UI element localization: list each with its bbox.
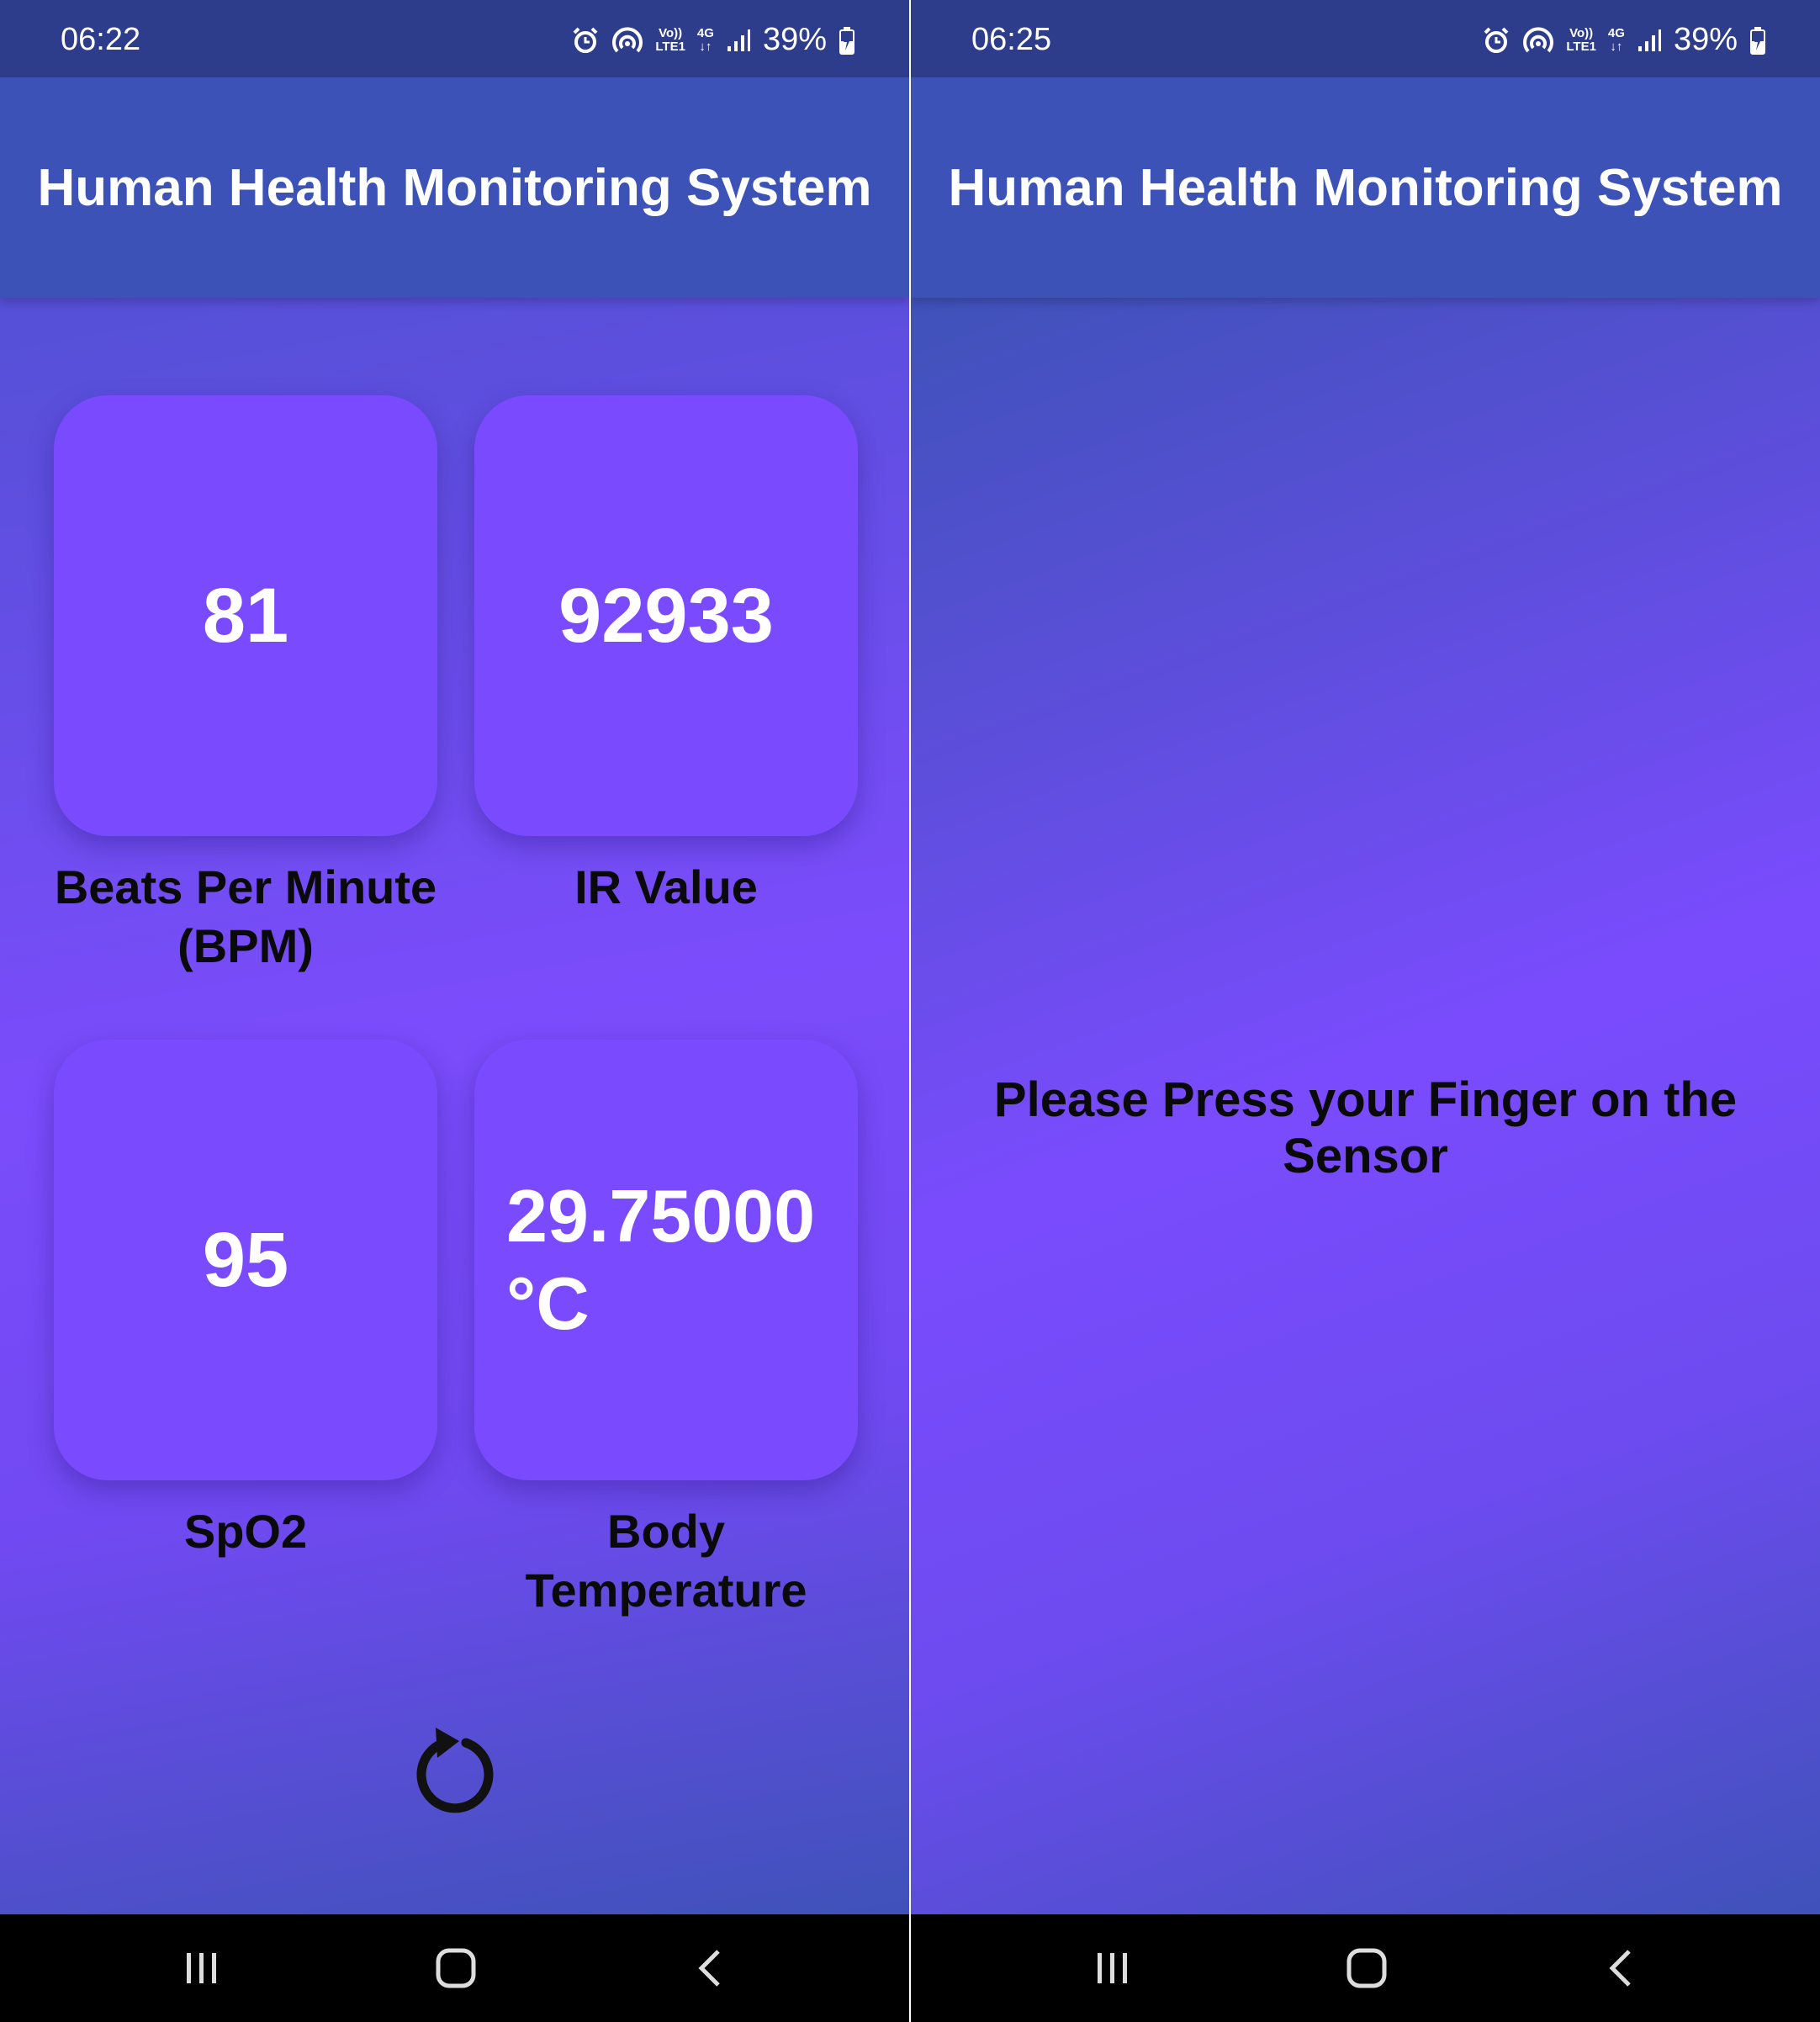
ir-label-line1: IR Value xyxy=(574,860,758,913)
network-type-text: 4G xyxy=(696,25,714,40)
network-type-indicator: 4G ↓↑ xyxy=(696,25,714,54)
spo2-label: SpO2 xyxy=(27,1502,464,1561)
volte-bottom-text: LTE1 xyxy=(1566,39,1596,54)
volte-indicator: Vo)) LTE1 xyxy=(655,25,685,54)
navigation-bar xyxy=(911,1914,1820,2022)
alarm-icon xyxy=(573,27,598,53)
temperature-label-line2: Temperature xyxy=(525,1564,807,1617)
hotspot-icon xyxy=(1523,26,1554,52)
bpm-label-line1: Beats Per Minute xyxy=(54,860,437,913)
network-type-indicator: 4G ↓↑ xyxy=(1607,25,1625,54)
home-icon xyxy=(436,1948,476,1988)
app-bar: Human Health Monitoring System xyxy=(0,77,909,298)
ir-value: 92933 xyxy=(558,572,774,659)
refresh-icon xyxy=(416,1728,494,1813)
back-icon xyxy=(1609,1950,1631,1987)
navigation-bar xyxy=(0,1914,909,2022)
spo2-tile: 95 xyxy=(54,1040,437,1480)
status-icons: Vo)) LTE1 4G ↓↑ 39% xyxy=(1482,22,1766,58)
recents-button[interactable] xyxy=(1045,1914,1180,2022)
status-bar: 06:25 Vo)) LTE1 4G ↓↑ 39% xyxy=(911,0,1820,77)
signal-icon xyxy=(1637,29,1661,51)
volte-indicator: Vo)) LTE1 xyxy=(1566,25,1596,54)
screen-instruction: 06:25 Vo)) LTE1 4G ↓↑ 39% Human Health M… xyxy=(911,0,1820,2022)
status-icons: Vo)) LTE1 4G ↓↑ 39% xyxy=(571,22,855,58)
recents-icon xyxy=(1098,1953,1127,1983)
recents-icon xyxy=(187,1953,216,1983)
battery-percent: 39% xyxy=(1673,22,1738,57)
bpm-label-line2: (BPM) xyxy=(177,919,314,972)
bpm-value: 81 xyxy=(202,572,289,659)
instruction-panel: Please Press your Finger on the Sensor xyxy=(911,298,1820,1914)
home-button[interactable] xyxy=(389,1914,523,2022)
ir-label: IR Value xyxy=(447,858,885,917)
screen-readings: 06:22 Vo)) LTE1 4G ↓↑ 39% Human Health M… xyxy=(0,0,909,2022)
temperature-number: 29.75000 xyxy=(506,1174,816,1257)
network-type-text: 4G xyxy=(1607,25,1625,40)
status-time: 06:22 xyxy=(61,22,141,57)
volte-top-text: Vo)) xyxy=(1569,25,1594,40)
home-button[interactable] xyxy=(1299,1914,1434,2022)
data-activity-text: ↓↑ xyxy=(699,39,712,54)
app-title: Human Health Monitoring System xyxy=(948,158,1783,217)
status-time: 06:25 xyxy=(971,22,1052,57)
temperature-label: Body Temperature xyxy=(447,1502,885,1620)
temperature-tile: 29.75000 °C xyxy=(474,1040,858,1480)
bpm-tile: 81 xyxy=(54,395,437,836)
recents-button[interactable] xyxy=(135,1914,269,2022)
volte-top-text: Vo)) xyxy=(659,25,683,40)
data-activity-text: ↓↑ xyxy=(1610,39,1623,54)
alarm-icon xyxy=(1484,27,1509,53)
back-button[interactable] xyxy=(1553,1914,1688,2022)
back-icon xyxy=(698,1950,720,1987)
home-icon xyxy=(1346,1948,1387,1988)
battery-percent: 39% xyxy=(762,22,827,57)
volte-bottom-text: LTE1 xyxy=(655,39,685,54)
battery-charging-icon xyxy=(839,26,854,55)
bpm-label: Beats Per Minute (BPM) xyxy=(27,858,464,976)
back-button[interactable] xyxy=(643,1914,777,2022)
temperature-label-line1: Body xyxy=(607,1505,725,1558)
ir-tile: 92933 xyxy=(474,395,858,836)
refresh-button[interactable] xyxy=(404,1718,506,1820)
battery-charging-icon xyxy=(1750,26,1765,55)
finger-prompt-message: Please Press your Finger on the Sensor xyxy=(993,1072,1738,1183)
readings-panel: 81 Beats Per Minute (BPM) 92933 IR Value… xyxy=(0,298,909,1914)
temperature-unit: °C xyxy=(506,1262,590,1345)
hotspot-icon xyxy=(612,26,643,52)
app-bar: Human Health Monitoring System xyxy=(911,77,1820,298)
app-title: Human Health Monitoring System xyxy=(37,158,872,217)
spo2-label-line1: SpO2 xyxy=(183,1505,308,1558)
temperature-value: 29.75000 °C xyxy=(506,1172,826,1347)
status-bar: 06:22 Vo)) LTE1 4G ↓↑ 39% xyxy=(0,0,909,77)
spo2-value: 95 xyxy=(202,1216,289,1303)
signal-icon xyxy=(727,29,750,51)
